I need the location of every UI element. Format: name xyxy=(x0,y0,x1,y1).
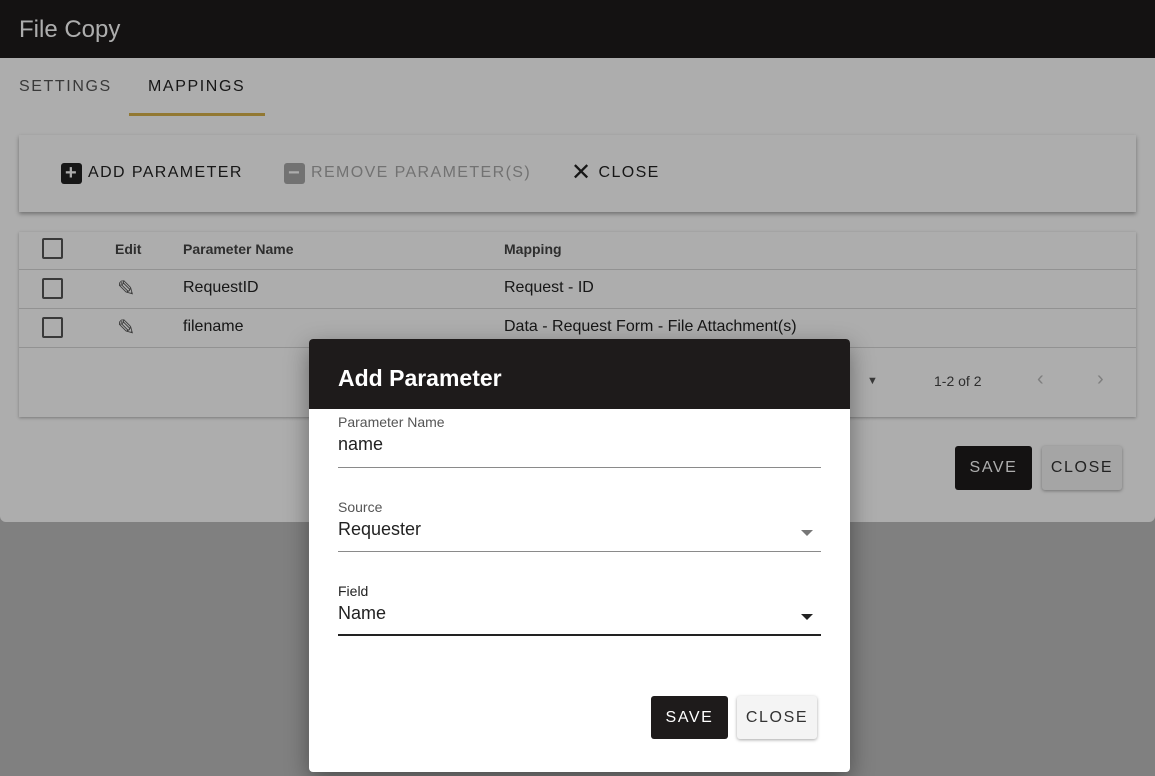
field-underline xyxy=(338,467,821,468)
field-label: Field xyxy=(338,583,369,599)
dialog-title: Add Parameter xyxy=(309,339,850,409)
field-underline xyxy=(338,551,821,552)
add-parameter-dialog: Add Parameter Parameter Name name Source… xyxy=(309,339,850,772)
source-select[interactable]: Source Requester xyxy=(338,499,821,552)
dialog-close-button[interactable]: CLOSE xyxy=(737,696,817,739)
source-label: Source xyxy=(338,499,383,515)
field-select[interactable]: Field Name xyxy=(338,583,821,636)
parameter-name-input[interactable]: name xyxy=(338,434,821,455)
parameter-name-label: Parameter Name xyxy=(338,414,445,430)
chevron-down-icon xyxy=(801,614,813,620)
dialog-save-button[interactable]: SAVE xyxy=(651,696,728,739)
field-underline xyxy=(338,634,821,636)
chevron-down-icon xyxy=(801,530,813,536)
parameter-name-field[interactable]: Parameter Name name xyxy=(338,414,821,468)
source-value: Requester xyxy=(338,519,422,539)
field-value: Name xyxy=(338,603,387,623)
